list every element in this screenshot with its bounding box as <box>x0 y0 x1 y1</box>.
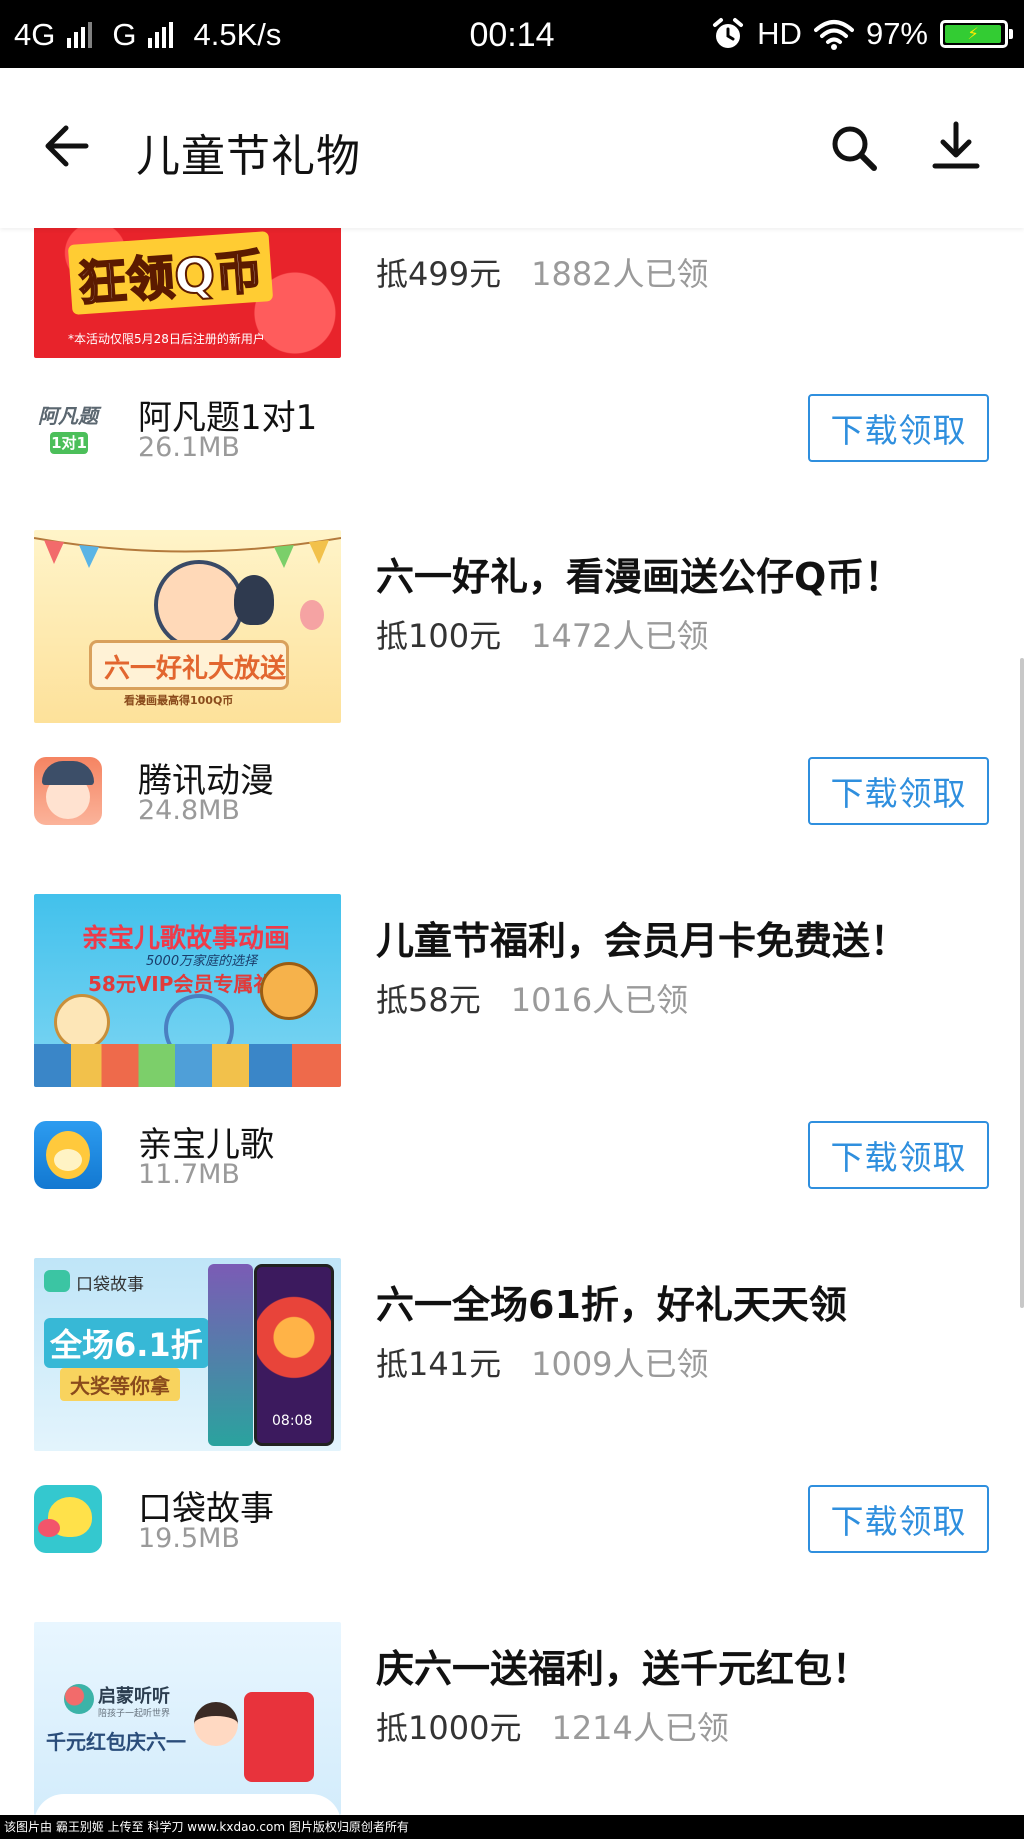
promo-value: 抵141元 <box>376 1345 502 1383</box>
download-claim-button[interactable]: 下载领取 <box>808 757 989 825</box>
promo-meta: 抵100元 1472人已领 <box>376 611 709 657</box>
cartoon-dog-right <box>260 962 318 1020</box>
promo-banner[interactable]: 口袋故事 全场6.1折 大奖等你拿 08:08 <box>34 1258 341 1451</box>
app-icon[interactable] <box>34 1485 102 1553</box>
app-icon-wing <box>38 1519 60 1537</box>
app-icon-face <box>54 1149 82 1171</box>
page-title: 儿童节礼物 <box>136 131 361 182</box>
promo-claimed: 1472人已领 <box>531 617 709 655</box>
battery-percent: 97% <box>865 16 928 51</box>
status-bar: 4G G 4.5K/s 00:14 HD 97% ⚡ <box>0 0 1024 68</box>
promo-title: 庆六一送福利，送千元红包！ <box>376 1647 871 1691</box>
download-claim-button[interactable]: 下载领取 <box>808 1121 989 1189</box>
scrollbar[interactable] <box>1020 658 1024 1308</box>
app-size: 24.8MB <box>138 795 240 826</box>
hd-indicator: HD <box>757 16 802 51</box>
promo-claimed: 1009人已领 <box>531 1345 709 1383</box>
promo-claimed: 1882人已领 <box>531 255 709 293</box>
banner-headline: 全场6.1折 <box>44 1318 209 1368</box>
download-manager-button[interactable] <box>928 118 984 174</box>
cartoon-dog-left <box>54 994 110 1050</box>
app-icon-text: 阿凡题 <box>38 404 98 428</box>
promo-claimed: 1214人已领 <box>551 1709 729 1747</box>
penguin-character <box>234 575 274 625</box>
promo-meta: 抵141元 1009人已领 <box>376 1339 709 1385</box>
cloud-shape <box>34 1794 341 1815</box>
app-icon[interactable] <box>34 757 102 825</box>
banner-note: *本活动仅限5月28日后注册的新用户 <box>68 332 265 346</box>
promo-title: 儿童节福利，会员月卡免费送！ <box>376 919 909 963</box>
brand-logo <box>44 1270 70 1292</box>
promo-banner[interactable]: 六一好礼大放送 看漫画最高得100Q币 <box>34 530 341 723</box>
alarm-icon <box>713 18 744 48</box>
promo-value: 抵58元 <box>376 981 481 1019</box>
promo-banner[interactable]: 狂领Q币 *本活动仅限5月28日后注册的新用户 <box>34 228 341 358</box>
status-right: HD 97% ⚡ <box>711 16 1013 52</box>
phone-image <box>208 1264 253 1446</box>
promo-banner[interactable]: 亲宝儿歌故事动画 5000万家庭的选择 58元VIP会员专属礼包 <box>34 894 341 1087</box>
promo-banner[interactable]: 启蒙听听 陪孩子一起听世界 千元红包庆六一 <box>34 1622 341 1815</box>
promo-title: 六一好礼，看漫画送公仔Q币！ <box>376 555 903 599</box>
red-envelope <box>244 1692 314 1782</box>
app-header: 儿童节礼物 <box>0 68 1024 228</box>
promo-meta: 抵499元 1882人已领 <box>376 249 709 295</box>
promo-claimed: 1016人已领 <box>510 981 689 1019</box>
banner-brand: 启蒙听听 <box>98 1686 170 1707</box>
banner-headline: 狂领Q币 <box>67 231 274 315</box>
promo-value: 抵100元 <box>376 617 502 655</box>
banner-headline: 千元红包庆六一 <box>46 1730 186 1754</box>
phone-clock: 08:08 <box>272 1413 313 1429</box>
back-arrow-icon <box>45 125 89 167</box>
banner-headline: 六一好礼大放送 <box>104 654 287 684</box>
anime-character <box>154 560 244 650</box>
battery-icon: ⚡ <box>940 20 1013 48</box>
banner-slogan: 陪孩子一起听世界 <box>98 1709 171 1719</box>
banner-note: 大奖等你拿 <box>60 1368 180 1401</box>
girl-character <box>194 1702 238 1746</box>
app-icon-badge: 1对1 <box>50 432 88 454</box>
search-icon <box>832 126 877 171</box>
download-claim-button[interactable]: 下载领取 <box>808 1485 989 1553</box>
back-button[interactable] <box>40 118 96 174</box>
balloon-icon <box>300 600 324 630</box>
app-icon[interactable] <box>34 1121 102 1189</box>
search-button[interactable] <box>826 120 882 176</box>
promo-list[interactable]: 狂领Q币 *本活动仅限5月28日后注册的新用户 抵499元 1882人已领 阿凡题… <box>0 228 1024 1815</box>
banner-subtitle: 5000万家庭的选择 <box>146 954 258 969</box>
app-size: 19.5MB <box>138 1523 240 1554</box>
download-icon <box>932 121 980 169</box>
app-size: 26.1MB <box>138 432 240 463</box>
promo-meta: 抵58元 1016人已领 <box>376 975 688 1021</box>
promo-value: 抵1000元 <box>376 1709 522 1747</box>
promo-title: 六一全场61折，好礼天天领 <box>376 1283 847 1327</box>
app-icon-hat <box>42 761 94 785</box>
app-icon[interactable]: 阿凡题 1对1 <box>34 394 102 462</box>
banner-brand: 口袋故事 <box>76 1275 144 1295</box>
download-claim-button[interactable]: 下载领取 <box>808 394 989 462</box>
promo-meta: 抵1000元 1214人已领 <box>376 1703 729 1749</box>
city-skyline <box>34 1044 341 1087</box>
brand-logo <box>64 1684 94 1714</box>
battery-fill: ⚡ <box>945 25 1002 43</box>
footer-watermark: 该图片由 霸王别姬 上传至 科学刀 www.kxdao.com 图片版权归原创者… <box>0 1815 1024 1839</box>
promo-value: 抵499元 <box>376 255 502 293</box>
wifi-icon <box>813 20 854 50</box>
banner-note: 看漫画最高得100Q币 <box>124 694 234 707</box>
app-size: 11.7MB <box>138 1159 240 1190</box>
